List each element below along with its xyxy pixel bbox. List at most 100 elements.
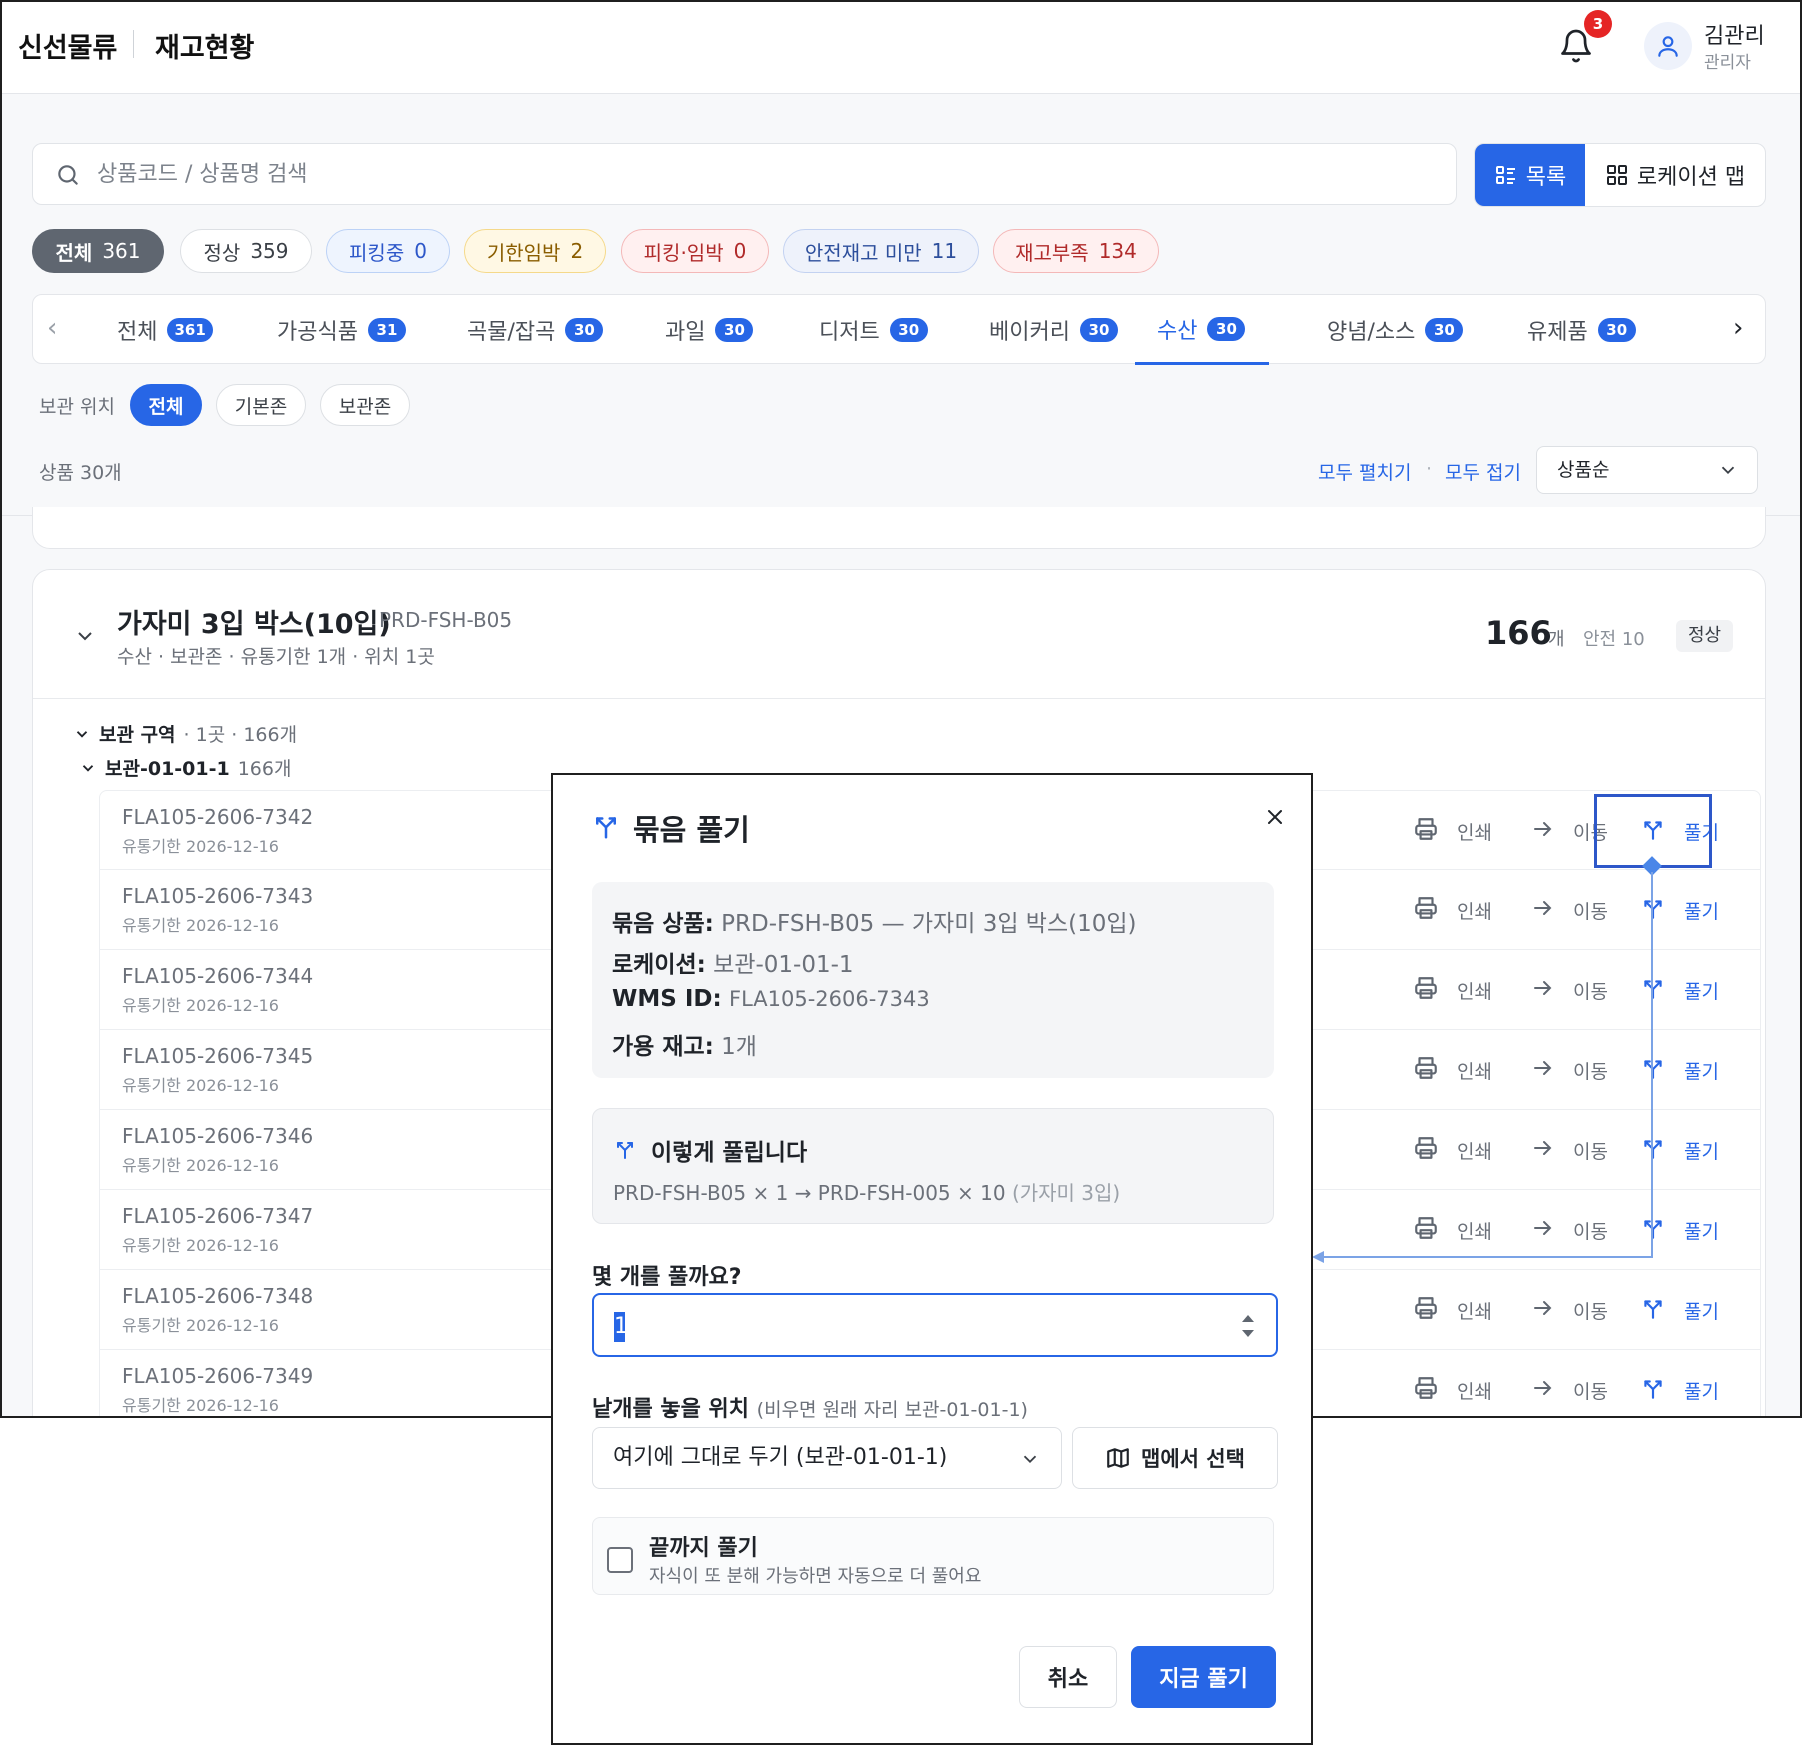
item-wms-id: FLA105-2606-7342: [122, 805, 314, 829]
move-label: 이동: [1573, 1060, 1608, 1083]
cancel-button[interactable]: 취소: [1019, 1646, 1117, 1708]
status-filter-chip[interactable]: 기한임박 2: [464, 229, 606, 273]
category-tab-count: 361: [167, 318, 213, 342]
print-button[interactable]: 인쇄: [1413, 1110, 1492, 1190]
category-tab[interactable]: 양념/소스 30: [1327, 295, 1464, 365]
status-filter-chip[interactable]: 피킹·임박 0: [621, 229, 769, 273]
move-button[interactable]: 이동: [1531, 1190, 1608, 1270]
split-bundle-dialog: 묶음 풀기 묶음 상품: PRD-FSH-B05 — 가자미 3입 박스(10입…: [551, 773, 1313, 1745]
view-toggle: 목록 로케이션 맵: [1474, 143, 1766, 207]
move-button[interactable]: 이동: [1531, 870, 1608, 950]
category-tab[interactable]: 디저트 30: [819, 295, 928, 365]
category-tab-count: 30: [1207, 316, 1246, 341]
recursive-split-checkbox[interactable]: [607, 1547, 633, 1573]
chevron-down-icon: [1721, 466, 1735, 475]
quantity-field[interactable]: 1: [592, 1293, 1278, 1357]
search-input[interactable]: [97, 144, 1437, 204]
category-next-arrow-icon[interactable]: ›: [1733, 313, 1743, 343]
list-view-button[interactable]: 목록: [1475, 144, 1585, 206]
print-icon: [1413, 1295, 1439, 1326]
status-filter-chip[interactable]: 정상 359: [180, 229, 312, 273]
split-label: 풀기: [1684, 1380, 1719, 1403]
zone-group-header[interactable]: 보관 구역 · 1곳 · 166개: [73, 720, 297, 747]
move-button[interactable]: 이동: [1531, 1110, 1608, 1190]
category-prev-arrow-icon[interactable]: ‹: [47, 313, 57, 343]
category-tab-count: 30: [565, 318, 604, 342]
print-button[interactable]: 인쇄: [1413, 1190, 1492, 1270]
category-tab[interactable]: 곡물/잡곡 30: [467, 295, 604, 365]
split-label: 풀기: [1684, 900, 1719, 923]
user-icon: [1658, 36, 1678, 57]
expand-all-link[interactable]: 모두 펼치기: [1318, 458, 1411, 485]
storage-option-storage-zone[interactable]: 보관존: [320, 384, 410, 426]
storage-option-basic-zone[interactable]: 기본존: [216, 384, 306, 426]
chevron-down-icon: [76, 730, 88, 738]
print-button[interactable]: 인쇄: [1413, 791, 1492, 871]
category-tab-label: 수산: [1157, 318, 1198, 344]
recursive-split-description: 자식이 또 분해 가능하면 자동으로 더 풀어요: [649, 1566, 982, 1587]
preview-text: PRD-FSH-B05 × 1 → PRD-FSH-005 × 10: [613, 1181, 1006, 1205]
sort-select[interactable]: 상품순: [1536, 446, 1758, 494]
stepper-icon[interactable]: [1238, 1309, 1258, 1343]
zone-title: 보관 구역: [99, 724, 176, 746]
item-wms-id: FLA105-2606-7344: [122, 964, 314, 988]
location-line: 로케이션: 보관-01-01-1: [612, 945, 854, 979]
storage-location-label: 보관 위치: [39, 396, 115, 418]
print-button[interactable]: 인쇄: [1413, 950, 1492, 1030]
close-icon[interactable]: [1258, 800, 1292, 834]
split-button[interactable]: 풀기: [1640, 1350, 1719, 1416]
move-button[interactable]: 이동: [1531, 1270, 1608, 1350]
category-tab[interactable]: 전체 361: [117, 295, 213, 365]
category-tab[interactable]: 유제품 30: [1527, 295, 1636, 365]
recursive-split-title: 끝까지 풀기: [649, 1536, 758, 1561]
category-tab[interactable]: 베이커리 30: [989, 295, 1118, 365]
category-tab[interactable]: 수산 30: [1135, 295, 1270, 365]
bundle-product-key: 묶음 상품:: [612, 911, 714, 937]
collapse-all-link[interactable]: 모두 접기: [1445, 458, 1521, 485]
move-label: 이동: [1573, 980, 1608, 1003]
status-filter-count: 361: [102, 239, 141, 263]
user-role: 관리자: [1704, 53, 1751, 73]
status-filter-chip[interactable]: 전체 361: [32, 229, 164, 273]
page-title: 재고현황: [155, 33, 255, 64]
category-tab-bar: ‹ 전체 361 가공식품 31 곡물/잡곡 30 과일 30 디저트 30 베이커리 30 수산 30 양…: [32, 294, 1766, 365]
category-tab-count: 30: [715, 318, 754, 342]
place-select[interactable]: 여기에 그대로 두기 (보관-01-01-1): [592, 1427, 1062, 1489]
category-tab[interactable]: 과일 30: [665, 295, 754, 365]
select-on-map-button[interactable]: 맵에서 선택: [1072, 1427, 1278, 1489]
split-label: 풀기: [1684, 1060, 1719, 1083]
item-expiry: 유통기한 2026-12-16: [122, 1316, 279, 1335]
split-label: 풀기: [1684, 1140, 1719, 1163]
arrow-right-icon: [1531, 1136, 1555, 1165]
move-button[interactable]: 이동: [1531, 1030, 1608, 1110]
status-filter-chip[interactable]: 안전재고 미만 11: [783, 229, 979, 273]
storage-option-all[interactable]: 전체: [130, 384, 202, 426]
category-tab-label: 곡물/잡곡: [467, 320, 556, 345]
item-expiry: 유통기한 2026-12-16: [122, 996, 279, 1015]
status-filter-chip[interactable]: 피킹중 0: [326, 229, 450, 273]
place-select-value: 여기에 그대로 두기 (보관-01-01-1): [613, 1445, 948, 1470]
move-label: 이동: [1573, 1140, 1608, 1163]
top-bar: 신선물류 재고현황 3 김관리 관리자: [2, 2, 1800, 94]
print-button[interactable]: 인쇄: [1413, 1030, 1492, 1110]
print-button[interactable]: 인쇄: [1413, 1350, 1492, 1416]
category-tab[interactable]: 가공식품 31: [277, 295, 406, 365]
product-quantity: 166: [1485, 614, 1552, 652]
wms-id-key: WMS ID:: [612, 986, 722, 1012]
brand-divider: [133, 30, 134, 58]
split-now-button[interactable]: 지금 풀기: [1131, 1646, 1276, 1708]
status-filter-chip[interactable]: 재고부족 134: [993, 229, 1159, 273]
user-avatar[interactable]: [1644, 22, 1692, 70]
location-map-button[interactable]: 로케이션 맵: [1585, 144, 1765, 206]
safety-stock: 안전 10: [1583, 629, 1645, 650]
place-label: 낱개를 놓을 위치 (비우면 원래 자리 보관-01-01-1): [592, 1391, 1028, 1423]
split-button[interactable]: 풀기: [1640, 1270, 1719, 1350]
search-icon: [55, 162, 81, 192]
brand-name: 신선물류: [18, 33, 118, 64]
collapse-chevron-icon[interactable]: [73, 624, 97, 648]
print-button[interactable]: 인쇄: [1413, 1270, 1492, 1350]
move-button[interactable]: 이동: [1531, 1350, 1608, 1416]
move-button[interactable]: 이동: [1531, 950, 1608, 1030]
location-group-header[interactable]: 보관-01-01-1 166개: [79, 754, 291, 781]
print-button[interactable]: 인쇄: [1413, 870, 1492, 950]
